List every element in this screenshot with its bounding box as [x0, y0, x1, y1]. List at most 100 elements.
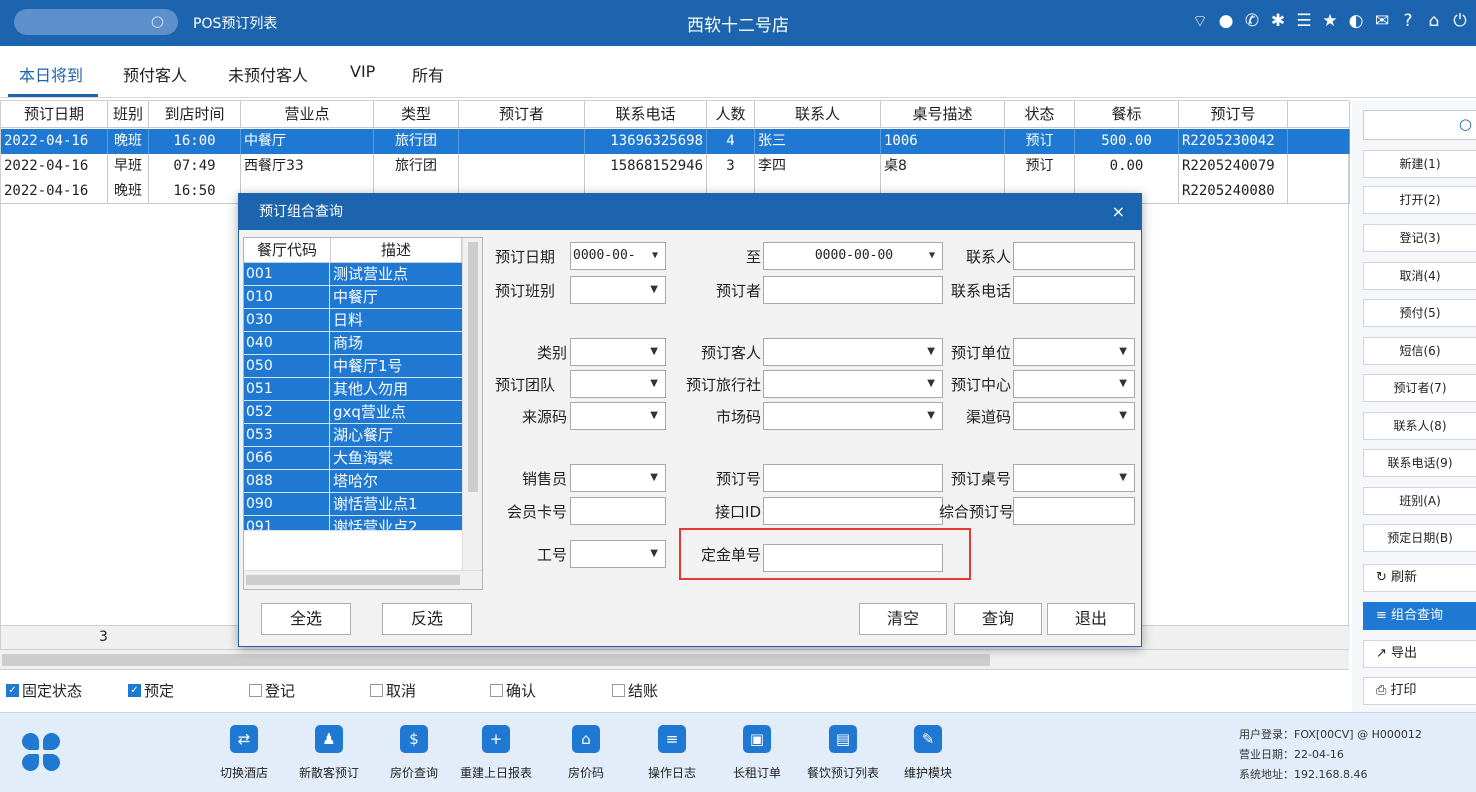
contact-phone-button[interactable]: 联系电话(9) [1363, 449, 1476, 477]
tab-all[interactable]: 所有 [412, 62, 444, 86]
register-button[interactable]: 登记(3) [1363, 224, 1476, 252]
market-select[interactable]: ▼ [763, 402, 943, 430]
list-item[interactable]: 066 大鱼海棠 [244, 447, 462, 470]
table-no-select[interactable]: ▼ [1013, 464, 1135, 492]
checkbox-checked-icon[interactable]: ✓ [128, 684, 141, 697]
vertical-scrollbar[interactable] [462, 238, 482, 571]
list-item[interactable]: 091 谢恬营业点2 [244, 516, 462, 531]
guest-select[interactable]: ▼ [763, 338, 943, 366]
source-select[interactable]: ▼ [570, 402, 666, 430]
company-select[interactable]: ▼ [1013, 338, 1135, 366]
list-item[interactable]: 001 测试营业点 [244, 263, 462, 286]
filter-fixed-status[interactable]: ✓ 固定状态 [6, 680, 82, 701]
column-header[interactable]: 预订号 [1179, 101, 1288, 128]
reserve-date-button[interactable]: 预定日期(B) [1363, 524, 1476, 552]
channel-select[interactable]: ▼ [1013, 402, 1135, 430]
chevron-down-icon[interactable]: ▼ [1119, 339, 1127, 365]
table-row[interactable]: 2022-04-16 晚班 16:00 中餐厅 旅行团 13696325698 … [1, 129, 1350, 154]
select-all-button[interactable]: 全选 [261, 603, 351, 635]
tab-today-arrival[interactable]: 本日将到 [19, 62, 83, 86]
horizontal-scrollbar[interactable] [244, 570, 482, 589]
filter-cancelled[interactable]: 取消 [370, 680, 416, 701]
close-icon[interactable]: × [1112, 194, 1125, 230]
contact-input[interactable] [1013, 242, 1135, 270]
center-select[interactable]: ▼ [1013, 370, 1135, 398]
combined-query-button[interactable]: ≡ 组合查询 [1363, 602, 1476, 630]
chevron-down-icon[interactable]: ▼ [927, 339, 935, 365]
date-from-select[interactable]: 0000-00- ▼ [570, 242, 666, 270]
scrollbar-thumb[interactable] [2, 654, 990, 666]
list-item[interactable]: 030 日料 [244, 309, 462, 332]
agency-select[interactable]: ▼ [763, 370, 943, 398]
invert-selection-button[interactable]: 反选 [382, 603, 472, 635]
switch-hotel-button[interactable]: ⇄ 切换酒店 [204, 725, 284, 781]
sales-select[interactable]: ▼ [570, 464, 666, 492]
phone-icon[interactable]: ✆ [1242, 10, 1262, 32]
long-term-order-button[interactable]: ▣ 长租订单 [717, 725, 797, 781]
sms-button[interactable]: 短信(6) [1363, 337, 1476, 365]
wifi-icon[interactable]: ⌔ [1190, 10, 1210, 32]
column-header[interactable]: 桌号描述 [881, 101, 1005, 128]
star-icon[interactable]: ★ [1320, 10, 1340, 32]
rebuild-report-button[interactable]: + 重建上日报表 [456, 725, 536, 781]
tab-unpaid-guests[interactable]: 未预付客人 [228, 62, 308, 86]
list-item[interactable]: 040 商场 [244, 332, 462, 355]
staff-no-select[interactable]: ▼ [570, 540, 666, 568]
category-select[interactable]: ▼ [570, 338, 666, 366]
chat-icon[interactable]: ● [1216, 10, 1236, 32]
chevron-down-icon[interactable]: ▼ [650, 277, 658, 303]
chevron-down-icon[interactable]: ▼ [650, 465, 658, 491]
chevron-down-icon[interactable]: ▼ [927, 371, 935, 397]
scrollbar-thumb[interactable] [246, 575, 460, 585]
rate-code-button[interactable]: ⌂ 房价码 [546, 725, 626, 781]
palette-icon[interactable]: ✱ [1268, 10, 1288, 32]
api-id-input[interactable] [763, 497, 943, 525]
home-icon[interactable]: ⌂ [1424, 10, 1444, 32]
checkbox-checked-icon[interactable]: ✓ [6, 684, 19, 697]
phone-input[interactable] [1013, 276, 1135, 304]
column-header[interactable]: 班别 [108, 101, 149, 128]
member-card-input[interactable] [570, 497, 666, 525]
contact-button[interactable]: 联系人(8) [1363, 412, 1476, 440]
chevron-down-icon[interactable]: ▼ [1119, 371, 1127, 397]
checkbox-icon[interactable] [490, 684, 503, 697]
list-header-code[interactable]: 餐厅代码 [244, 238, 331, 263]
shift-select[interactable]: ▼ [570, 276, 666, 304]
checkbox-icon[interactable] [612, 684, 625, 697]
deposit-no-input[interactable] [763, 544, 943, 572]
tab-vip[interactable]: VIP [350, 62, 375, 81]
operation-log-button[interactable]: ≡ 操作日志 [632, 725, 712, 781]
rate-query-button[interactable]: $ 房价查询 [374, 725, 454, 781]
chevron-down-icon[interactable]: ▼ [652, 243, 658, 269]
chevron-down-icon[interactable]: ▼ [650, 403, 658, 429]
open-button[interactable]: 打开(2) [1363, 186, 1476, 214]
list-item[interactable]: 053 湖心餐厅 [244, 424, 462, 447]
column-header[interactable]: 联系电话 [585, 101, 707, 128]
clear-button[interactable]: 清空 [859, 603, 947, 635]
filter-confirmed[interactable]: 确认 [490, 680, 536, 701]
panel-search-input[interactable]: ○ [1363, 110, 1476, 140]
new-walkin-button[interactable]: ♟ 新散客预订 [289, 725, 369, 781]
chevron-down-icon[interactable]: ▼ [1119, 403, 1127, 429]
column-header[interactable]: 到店时间 [149, 101, 241, 128]
chevron-down-icon[interactable]: ▼ [650, 541, 658, 567]
query-button[interactable]: 查询 [954, 603, 1042, 635]
list-header-desc[interactable]: 描述 [331, 238, 462, 263]
column-header[interactable]: 状态 [1005, 101, 1075, 128]
horizontal-scrollbar[interactable] [0, 650, 1349, 670]
column-header[interactable]: 预订日期 [1, 101, 108, 128]
maintenance-button[interactable]: ✎ 维护模块 [888, 725, 968, 781]
checkbox-icon[interactable] [249, 684, 262, 697]
chevron-down-icon[interactable]: ▼ [927, 403, 935, 429]
list-item[interactable]: 052 gxq营业点 [244, 401, 462, 424]
column-header[interactable]: 餐标 [1075, 101, 1179, 128]
new-button[interactable]: 新建(1) [1363, 150, 1476, 178]
chevron-down-icon[interactable]: ▼ [1119, 465, 1127, 491]
dining-reservation-list-button[interactable]: ▤ 餐饮预订列表 [803, 725, 883, 781]
column-header[interactable]: 营业点 [241, 101, 374, 128]
chevron-down-icon[interactable]: ▼ [650, 339, 658, 365]
export-button[interactable]: ↗ 导出 [1363, 640, 1476, 668]
filter-reserved[interactable]: ✓ 预定 [128, 680, 174, 701]
exit-button[interactable]: 退出 [1047, 603, 1135, 635]
scrollbar-thumb[interactable] [468, 242, 478, 492]
